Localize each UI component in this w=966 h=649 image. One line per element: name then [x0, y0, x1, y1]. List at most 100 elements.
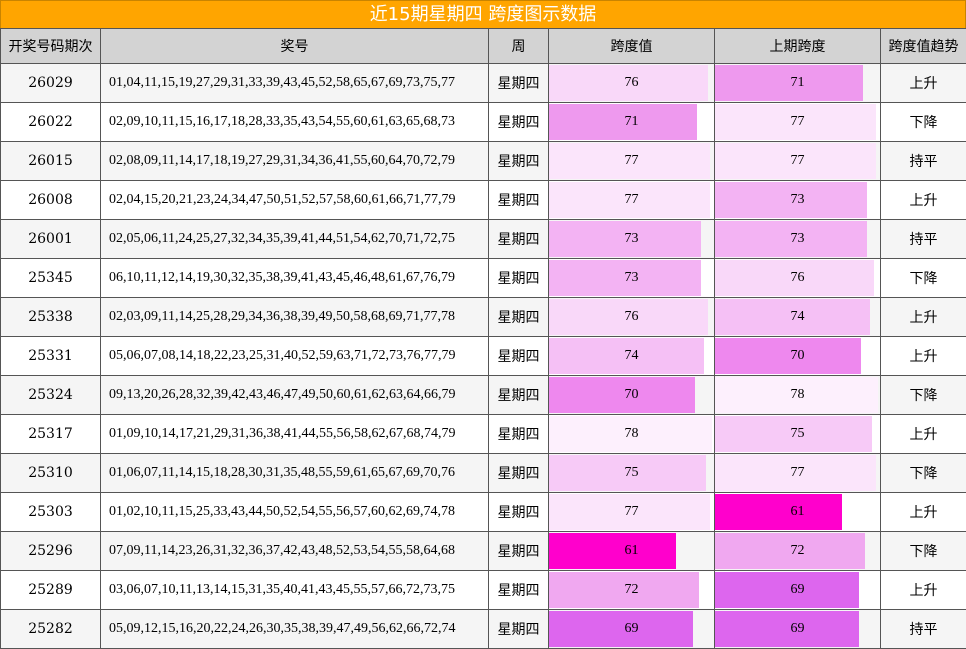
prev-span-bar-cell: 77 — [715, 103, 881, 142]
span-bar-cell: 72 — [549, 571, 715, 610]
prev-span-bar-cell: 69 — [715, 571, 881, 610]
span-value: 73 — [550, 261, 713, 295]
period-cell: 26029 — [1, 64, 101, 103]
trend-cell: 持平 — [881, 220, 966, 259]
span-bar-cell: 70 — [549, 376, 715, 415]
trend-cell: 下降 — [881, 454, 966, 493]
prev-span-value: 69 — [716, 612, 879, 646]
prev-span-bar-cell: 78 — [715, 376, 881, 415]
span-value: 78 — [550, 417, 713, 451]
prev-span-value: 73 — [716, 222, 879, 256]
header-prev-span: 上期跨度 — [715, 29, 881, 64]
prev-span-value: 61 — [716, 495, 879, 529]
span-value: 76 — [550, 66, 713, 100]
prev-span-value: 77 — [716, 105, 879, 139]
period-cell: 26022 — [1, 103, 101, 142]
period-cell: 25324 — [1, 376, 101, 415]
table-row: 2528903,06,07,10,11,13,14,15,31,35,40,41… — [1, 571, 966, 610]
numbers-cell: 01,04,11,15,19,27,29,31,33,39,43,45,52,5… — [101, 64, 489, 103]
header-span: 跨度值 — [549, 29, 715, 64]
weekday-cell: 星期四 — [489, 571, 549, 610]
span-bar-cell: 76 — [549, 64, 715, 103]
prev-span-bar-cell: 70 — [715, 337, 881, 376]
span-bar-cell: 69 — [549, 610, 715, 649]
numbers-cell: 05,06,07,08,14,18,22,23,25,31,40,52,59,6… — [101, 337, 489, 376]
table-row: 2602901,04,11,15,19,27,29,31,33,39,43,45… — [1, 64, 966, 103]
span-value: 71 — [550, 105, 713, 139]
prev-span-bar-cell: 75 — [715, 415, 881, 454]
span-bar-cell: 61 — [549, 532, 715, 571]
prev-span-bar-cell: 69 — [715, 610, 881, 649]
span-data-panel: 近15期星期四 跨度图示数据 开奖号码期次 奖号 周 跨度值 上期跨度 跨度值趋… — [0, 0, 966, 619]
trend-cell: 下降 — [881, 532, 966, 571]
numbers-cell: 05,09,12,15,16,20,22,24,26,30,35,38,39,4… — [101, 610, 489, 649]
prev-span-value: 73 — [716, 183, 879, 217]
weekday-cell: 星期四 — [489, 142, 549, 181]
period-cell: 25317 — [1, 415, 101, 454]
period-cell: 26001 — [1, 220, 101, 259]
span-bar-cell: 77 — [549, 142, 715, 181]
numbers-cell: 02,03,09,11,14,25,28,29,34,36,38,39,49,5… — [101, 298, 489, 337]
period-cell: 26008 — [1, 181, 101, 220]
prev-span-bar-cell: 74 — [715, 298, 881, 337]
period-cell: 25303 — [1, 493, 101, 532]
span-bar-cell: 76 — [549, 298, 715, 337]
span-bar-cell: 75 — [549, 454, 715, 493]
table-row: 2600102,05,06,11,24,25,27,32,34,35,39,41… — [1, 220, 966, 259]
prev-span-value: 69 — [716, 573, 879, 607]
prev-span-bar-cell: 73 — [715, 220, 881, 259]
span-value: 75 — [550, 456, 713, 490]
numbers-cell: 02,08,09,11,14,17,18,19,27,29,31,34,36,4… — [101, 142, 489, 181]
table-row: 2532409,13,20,26,28,32,39,42,43,46,47,49… — [1, 376, 966, 415]
span-bar-cell: 77 — [549, 181, 715, 220]
weekday-cell: 星期四 — [489, 337, 549, 376]
weekday-cell: 星期四 — [489, 103, 549, 142]
table-row: 2528205,09,12,15,16,20,22,24,26,30,35,38… — [1, 610, 966, 649]
span-bar-cell: 71 — [549, 103, 715, 142]
trend-cell: 上升 — [881, 64, 966, 103]
trend-cell: 上升 — [881, 337, 966, 376]
numbers-cell: 01,02,10,11,15,25,33,43,44,50,52,54,55,5… — [101, 493, 489, 532]
weekday-cell: 星期四 — [489, 64, 549, 103]
numbers-cell: 06,10,11,12,14,19,30,32,35,38,39,41,43,4… — [101, 259, 489, 298]
span-value: 72 — [550, 573, 713, 607]
span-bar-cell: 73 — [549, 220, 715, 259]
weekday-cell: 星期四 — [489, 493, 549, 532]
weekday-cell: 星期四 — [489, 376, 549, 415]
period-cell: 25289 — [1, 571, 101, 610]
period-cell: 25296 — [1, 532, 101, 571]
header-period: 开奖号码期次 — [1, 29, 101, 64]
numbers-cell: 02,05,06,11,24,25,27,32,34,35,39,41,44,5… — [101, 220, 489, 259]
span-value: 70 — [550, 378, 713, 412]
prev-span-value: 75 — [716, 417, 879, 451]
span-value: 69 — [550, 612, 713, 646]
prev-span-value: 74 — [716, 300, 879, 334]
trend-cell: 上升 — [881, 493, 966, 532]
numbers-cell: 01,09,10,14,17,21,29,31,36,38,41,44,55,5… — [101, 415, 489, 454]
table-row: 2533105,06,07,08,14,18,22,23,25,31,40,52… — [1, 337, 966, 376]
prev-span-value: 72 — [716, 534, 879, 568]
trend-cell: 下降 — [881, 259, 966, 298]
weekday-cell: 星期四 — [489, 454, 549, 493]
prev-span-bar-cell: 71 — [715, 64, 881, 103]
weekday-cell: 星期四 — [489, 259, 549, 298]
trend-cell: 持平 — [881, 142, 966, 181]
span-bar-cell: 73 — [549, 259, 715, 298]
table-row: 2600802,04,15,20,21,23,24,34,47,50,51,52… — [1, 181, 966, 220]
table-row: 2531001,06,07,11,14,15,18,28,30,31,35,48… — [1, 454, 966, 493]
weekday-cell: 星期四 — [489, 610, 549, 649]
prev-span-bar-cell: 61 — [715, 493, 881, 532]
trend-cell: 下降 — [881, 103, 966, 142]
prev-span-value: 77 — [716, 456, 879, 490]
table-row: 2529607,09,11,14,23,26,31,32,36,37,42,43… — [1, 532, 966, 571]
numbers-cell: 01,06,07,11,14,15,18,28,30,31,35,48,55,5… — [101, 454, 489, 493]
period-cell: 25310 — [1, 454, 101, 493]
span-value: 77 — [550, 495, 713, 529]
span-bar-cell: 78 — [549, 415, 715, 454]
prev-span-bar-cell: 77 — [715, 142, 881, 181]
table-row: 2531701,09,10,14,17,21,29,31,36,38,41,44… — [1, 415, 966, 454]
table-row: 2533802,03,09,11,14,25,28,29,34,36,38,39… — [1, 298, 966, 337]
header-weekday: 周 — [489, 29, 549, 64]
trend-cell: 上升 — [881, 298, 966, 337]
prev-span-value: 70 — [716, 339, 879, 373]
